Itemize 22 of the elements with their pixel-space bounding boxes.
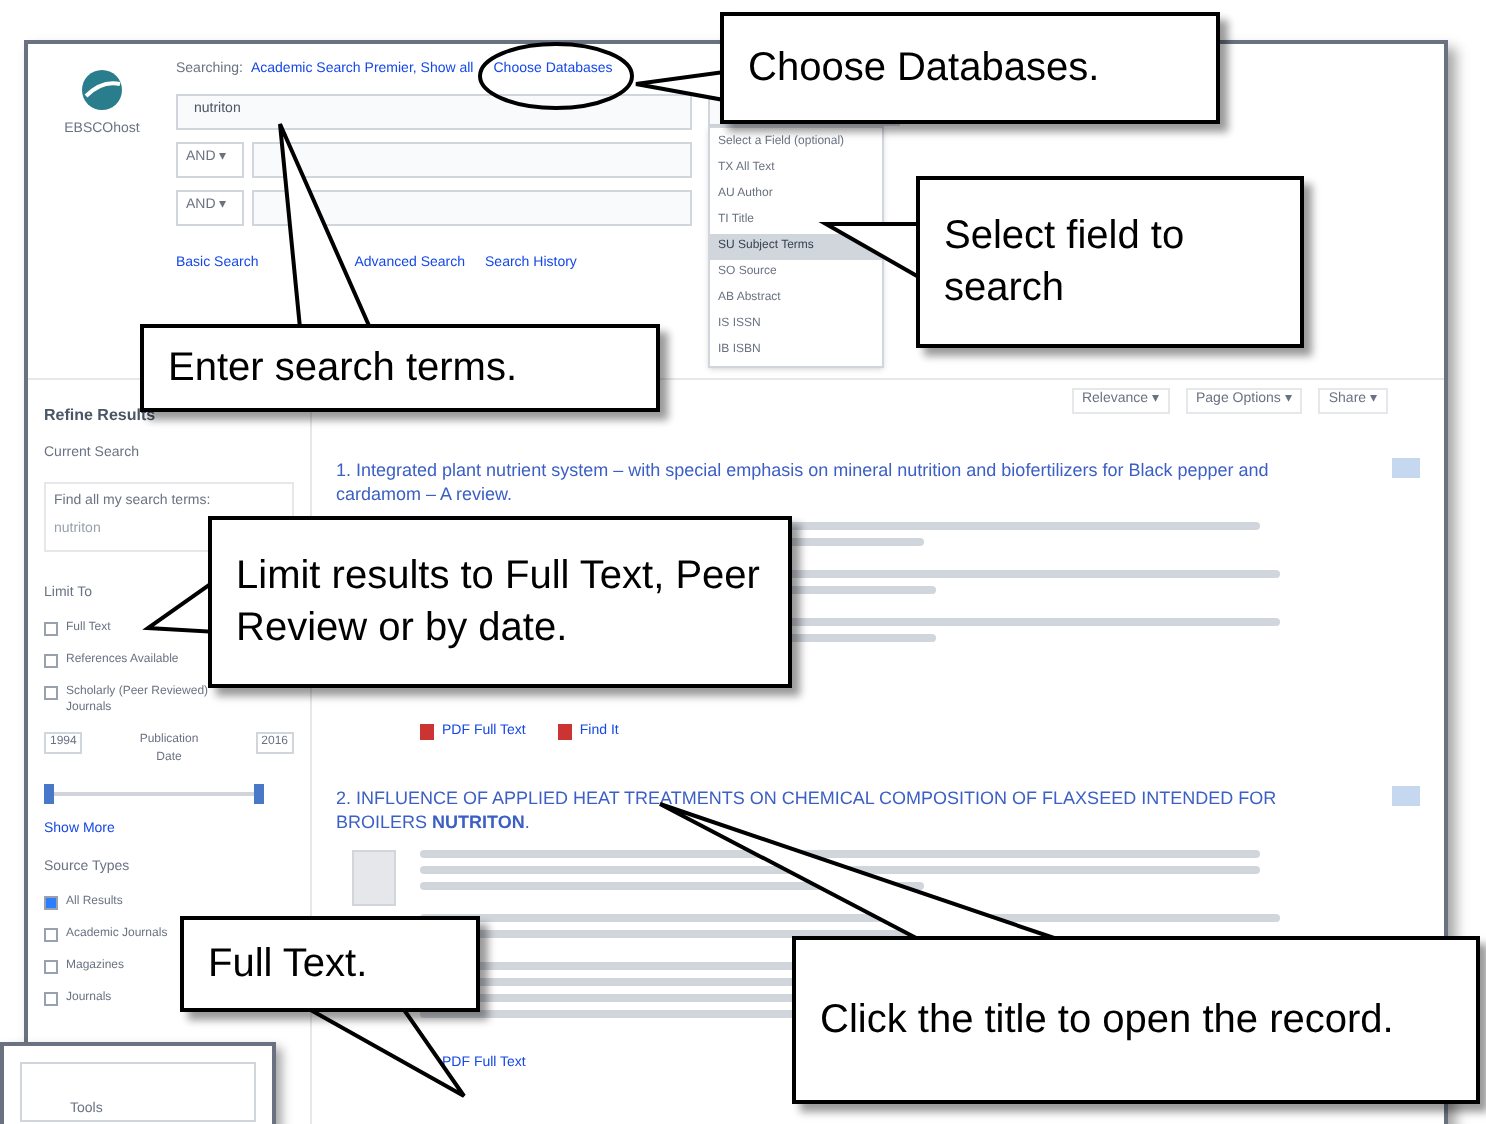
- callout-box: Choose Databases.: [720, 12, 1220, 124]
- checkbox[interactable]: [44, 992, 58, 1006]
- document-thumbnail: [352, 850, 396, 906]
- slider-thumb[interactable]: [44, 784, 54, 804]
- callout-box: Select field to search: [916, 176, 1304, 348]
- checkbox[interactable]: [44, 622, 58, 636]
- document-icon: [557, 723, 572, 740]
- search-input[interactable]: [252, 141, 692, 177]
- callout-box: Limit results to Full Text, Peer Review or by date.: [208, 516, 792, 688]
- checkbox[interactable]: [44, 654, 58, 668]
- folder-icon[interactable]: [1392, 457, 1420, 477]
- callout-box: Full Text.: [180, 916, 480, 1012]
- checkbox[interactable]: [44, 928, 58, 942]
- result-title-link[interactable]: 2. INFLUENCE OF APPLIED HEAT TREATMENTS ON CHEMICAL COMPOSITION OF FLAXSEED INTENDED FOR BROILERS NUTRITON.: [336, 786, 1376, 834]
- checkbox[interactable]: [44, 686, 58, 700]
- checkbox[interactable]: [44, 896, 58, 910]
- search-input[interactable]: [252, 189, 692, 225]
- slider-thumb[interactable]: [254, 784, 264, 804]
- checkbox[interactable]: [44, 960, 58, 974]
- globe-logo-icon: [80, 68, 124, 112]
- document-icon: [420, 723, 434, 740]
- result-title-link[interactable]: 1. Integrated plant nutrient system – with special emphasis on mineral nutrition and biofertilizers for Black pepper and cardamom – A review.: [336, 457, 1376, 505]
